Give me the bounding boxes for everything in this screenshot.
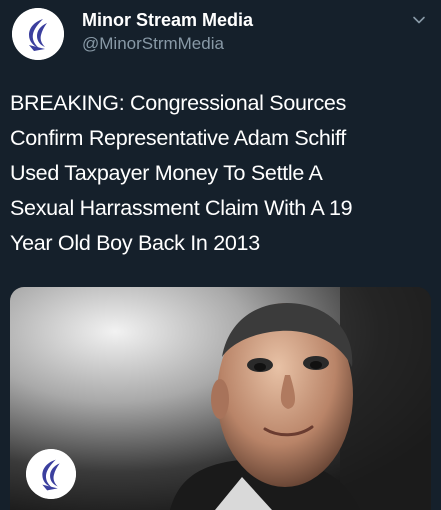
tweet-card[interactable]: Minor Stream Media @MinorStrmMedia BREAK… xyxy=(0,0,441,510)
avatar[interactable] xyxy=(12,8,64,60)
tweet-text-line: BREAKING: Congressional Sources xyxy=(10,91,347,115)
tweet-header: Minor Stream Media @MinorStrmMedia xyxy=(12,8,429,60)
bird-logo-icon xyxy=(12,8,64,60)
display-name[interactable]: Minor Stream Media xyxy=(82,10,253,31)
tweet-text-line: Year Old Boy Back In 2013 xyxy=(10,231,260,255)
user-handle[interactable]: @MinorStrmMedia xyxy=(82,34,224,54)
tweet-media-image[interactable] xyxy=(10,287,431,510)
tweet-text-line: Sexual Harrassment Claim With A 19 xyxy=(10,196,353,220)
tweet-text-line: Confirm Representative Adam Schiff xyxy=(10,126,346,150)
tweet-text: BREAKING: Congressional Sources Confirm … xyxy=(10,86,430,261)
chevron-down-icon[interactable] xyxy=(411,12,427,28)
bird-logo-icon xyxy=(26,449,76,499)
tweet-text-line: Used Taxpayer Money To Settle A xyxy=(10,161,323,185)
